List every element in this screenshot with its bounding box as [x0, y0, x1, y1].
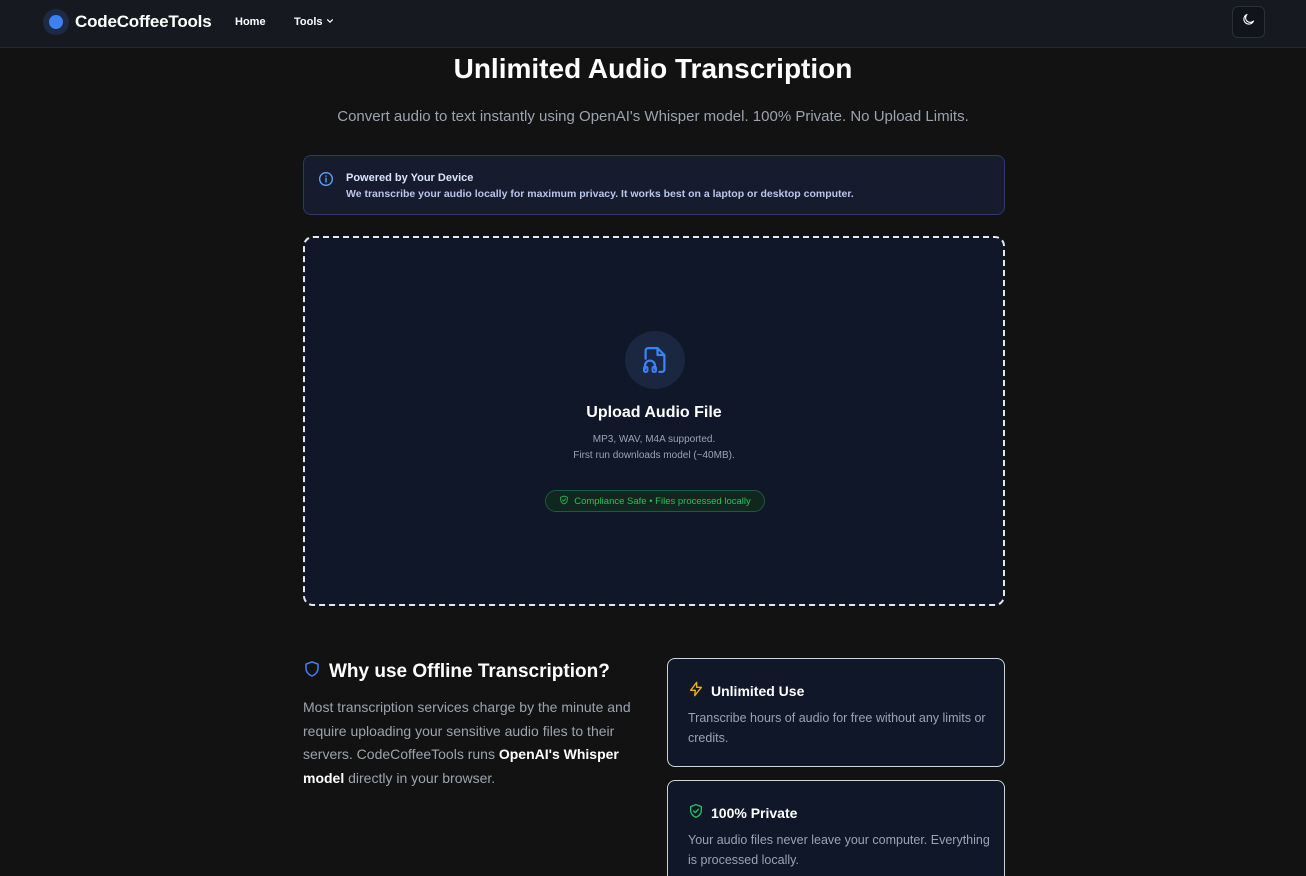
compliance-badge-label: Compliance Safe • Files processed locall…	[574, 495, 751, 507]
nav-home-link[interactable]: Home	[235, 16, 266, 28]
audio-upload-dropzone[interactable]: Upload Audio File MP3, WAV, M4A supporte…	[303, 236, 1005, 606]
feature-card-header: Unlimited Use	[688, 681, 804, 700]
feature-title-unlimited: Unlimited Use	[711, 682, 805, 699]
brand-logo-link[interactable]: CodeCoffeeTools	[43, 9, 212, 35]
device-info-banner: Powered by Your Device We transcribe you…	[303, 155, 1005, 215]
info-icon	[318, 171, 334, 192]
feature-card-header: 100% Private	[688, 803, 797, 822]
shield-check-icon	[559, 495, 574, 508]
page-title: Unlimited Audio Transcription	[453, 53, 853, 84]
feature-card-unlimited: Unlimited Use Transcribe hours of audio …	[667, 658, 1005, 767]
supported-formats-text: MP3, WAV, M4A supported.	[592, 434, 716, 445]
why-section-heading: Why use Offline Transcription?	[303, 659, 610, 685]
why-heading-text: Why use Offline Transcription?	[329, 661, 610, 682]
feature-text-private: Your audio files never leave your comput…	[688, 833, 990, 867]
model-download-note: First run downloads model (~40MB).	[573, 450, 735, 461]
chevron-down-icon	[326, 16, 334, 28]
brand-name: CodeCoffeeTools	[75, 12, 212, 31]
top-navbar: CodeCoffeeTools Home Tools	[0, 0, 1306, 48]
brand-logo-icon	[43, 9, 69, 35]
lightning-icon	[688, 681, 711, 700]
why-text-part2: directly in your browser.	[344, 770, 496, 787]
nav-home-label: Home	[235, 16, 266, 28]
info-banner-title: Powered by Your Device	[346, 172, 474, 184]
shield-check-icon	[688, 803, 711, 822]
why-description: Most transcription services charge by th…	[303, 696, 635, 791]
upload-title: Upload Audio File	[586, 404, 722, 421]
moon-icon	[1241, 12, 1256, 32]
nav-tools-dropdown[interactable]: Tools	[294, 16, 334, 28]
compliance-badge: Compliance Safe • Files processed locall…	[545, 490, 765, 512]
feature-card-private: 100% Private Your audio files never leav…	[667, 780, 1005, 876]
feature-title-private: 100% Private	[711, 804, 798, 821]
theme-toggle-button[interactable]	[1232, 6, 1265, 38]
shield-icon	[303, 659, 329, 685]
file-audio-icon	[625, 331, 685, 389]
feature-text-unlimited: Transcribe hours of audio for free witho…	[688, 711, 986, 745]
nav-tools-label: Tools	[294, 16, 323, 28]
info-banner-text: We transcribe your audio locally for max…	[346, 188, 854, 200]
page-subtitle: Convert audio to text instantly using Op…	[337, 108, 969, 125]
